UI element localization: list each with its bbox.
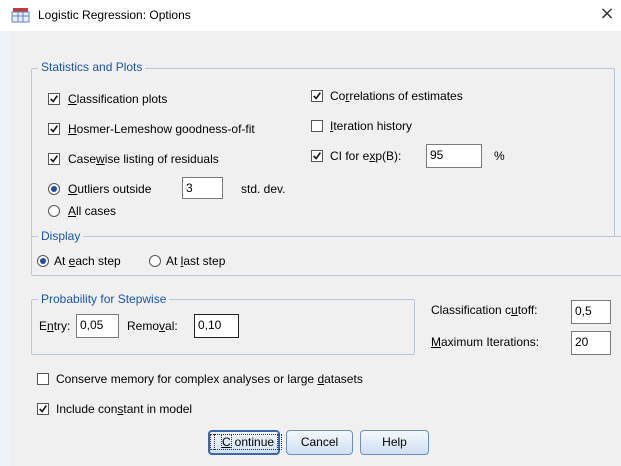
help-button[interactable]: Help — [360, 430, 429, 455]
maximum-iterations-label: Maximum Iterations: — [431, 335, 540, 349]
correlations-label[interactable]: Correlations of estimates — [330, 89, 463, 103]
outliers-outside-label[interactable]: Outliers outside — [68, 182, 151, 196]
all-cases-radio[interactable] — [48, 205, 60, 217]
stepwise-label: Probability for Stepwise — [38, 292, 170, 306]
statistics-plots-label: Statistics and Plots — [38, 60, 146, 74]
include-constant-checkbox[interactable] — [37, 403, 49, 415]
at-each-step-radio[interactable] — [37, 255, 49, 267]
ci-expb-checkbox[interactable] — [311, 150, 323, 162]
entry-input[interactable]: 0,05 — [76, 314, 119, 338]
hosmer-lemeshow-checkbox[interactable] — [48, 123, 60, 135]
ci-level-input[interactable]: 95 — [426, 144, 482, 168]
title-bar: Logistic Regression: Options × — [0, 0, 621, 31]
all-cases-label[interactable]: All cases — [68, 204, 116, 218]
hosmer-lemeshow-label[interactable]: Hosmer-Lemeshow goodness-of-fit — [68, 122, 255, 136]
conserve-memory-label[interactable]: Conserve memory for complex analyses or … — [56, 372, 363, 386]
include-constant-label[interactable]: Include constant in model — [56, 402, 192, 416]
window-title: Logistic Regression: Options — [38, 8, 191, 22]
std-dev-unit-label: std. dev. — [241, 182, 286, 196]
outliers-std-dev-input[interactable]: 3 — [182, 177, 223, 199]
classification-plots-label[interactable]: Classification plots — [68, 92, 167, 106]
classification-plots-checkbox[interactable] — [48, 93, 60, 105]
correlations-checkbox[interactable] — [311, 90, 323, 102]
cancel-button[interactable]: Cancel — [286, 430, 353, 455]
outliers-outside-radio[interactable] — [48, 183, 60, 195]
casewise-listing-label[interactable]: Casewise listing of residuals — [68, 152, 219, 166]
maximum-iterations-input[interactable]: 20 — [571, 331, 611, 355]
at-each-step-label[interactable]: At each step — [54, 254, 121, 268]
at-last-step-label[interactable]: At last step — [166, 254, 225, 268]
entry-label: Entry: — [39, 319, 71, 333]
close-icon[interactable]: × — [596, 3, 618, 25]
continue-button[interactable]: Continue — [208, 430, 283, 455]
removal-label: Removal: — [127, 319, 178, 333]
casewise-listing-checkbox[interactable] — [48, 153, 60, 165]
iteration-history-checkbox[interactable] — [311, 120, 323, 132]
classification-cutoff-label: Classification cutoff: — [431, 303, 538, 317]
removal-input[interactable]: 0,10 — [194, 314, 239, 338]
app-icon — [11, 7, 31, 23]
at-last-step-radio[interactable] — [149, 255, 161, 267]
ci-expb-label[interactable]: CI for exp(B): — [330, 149, 401, 163]
ci-percent-unit: % — [494, 149, 505, 163]
background-window-edge — [0, 31, 10, 466]
display-label: Display — [38, 229, 84, 243]
iteration-history-label[interactable]: Iteration history — [330, 119, 412, 133]
dialog-body: Statistics and Plots Classification plot… — [10, 31, 621, 466]
classification-cutoff-input[interactable]: 0,5 — [571, 300, 611, 324]
conserve-memory-checkbox[interactable] — [37, 373, 49, 385]
